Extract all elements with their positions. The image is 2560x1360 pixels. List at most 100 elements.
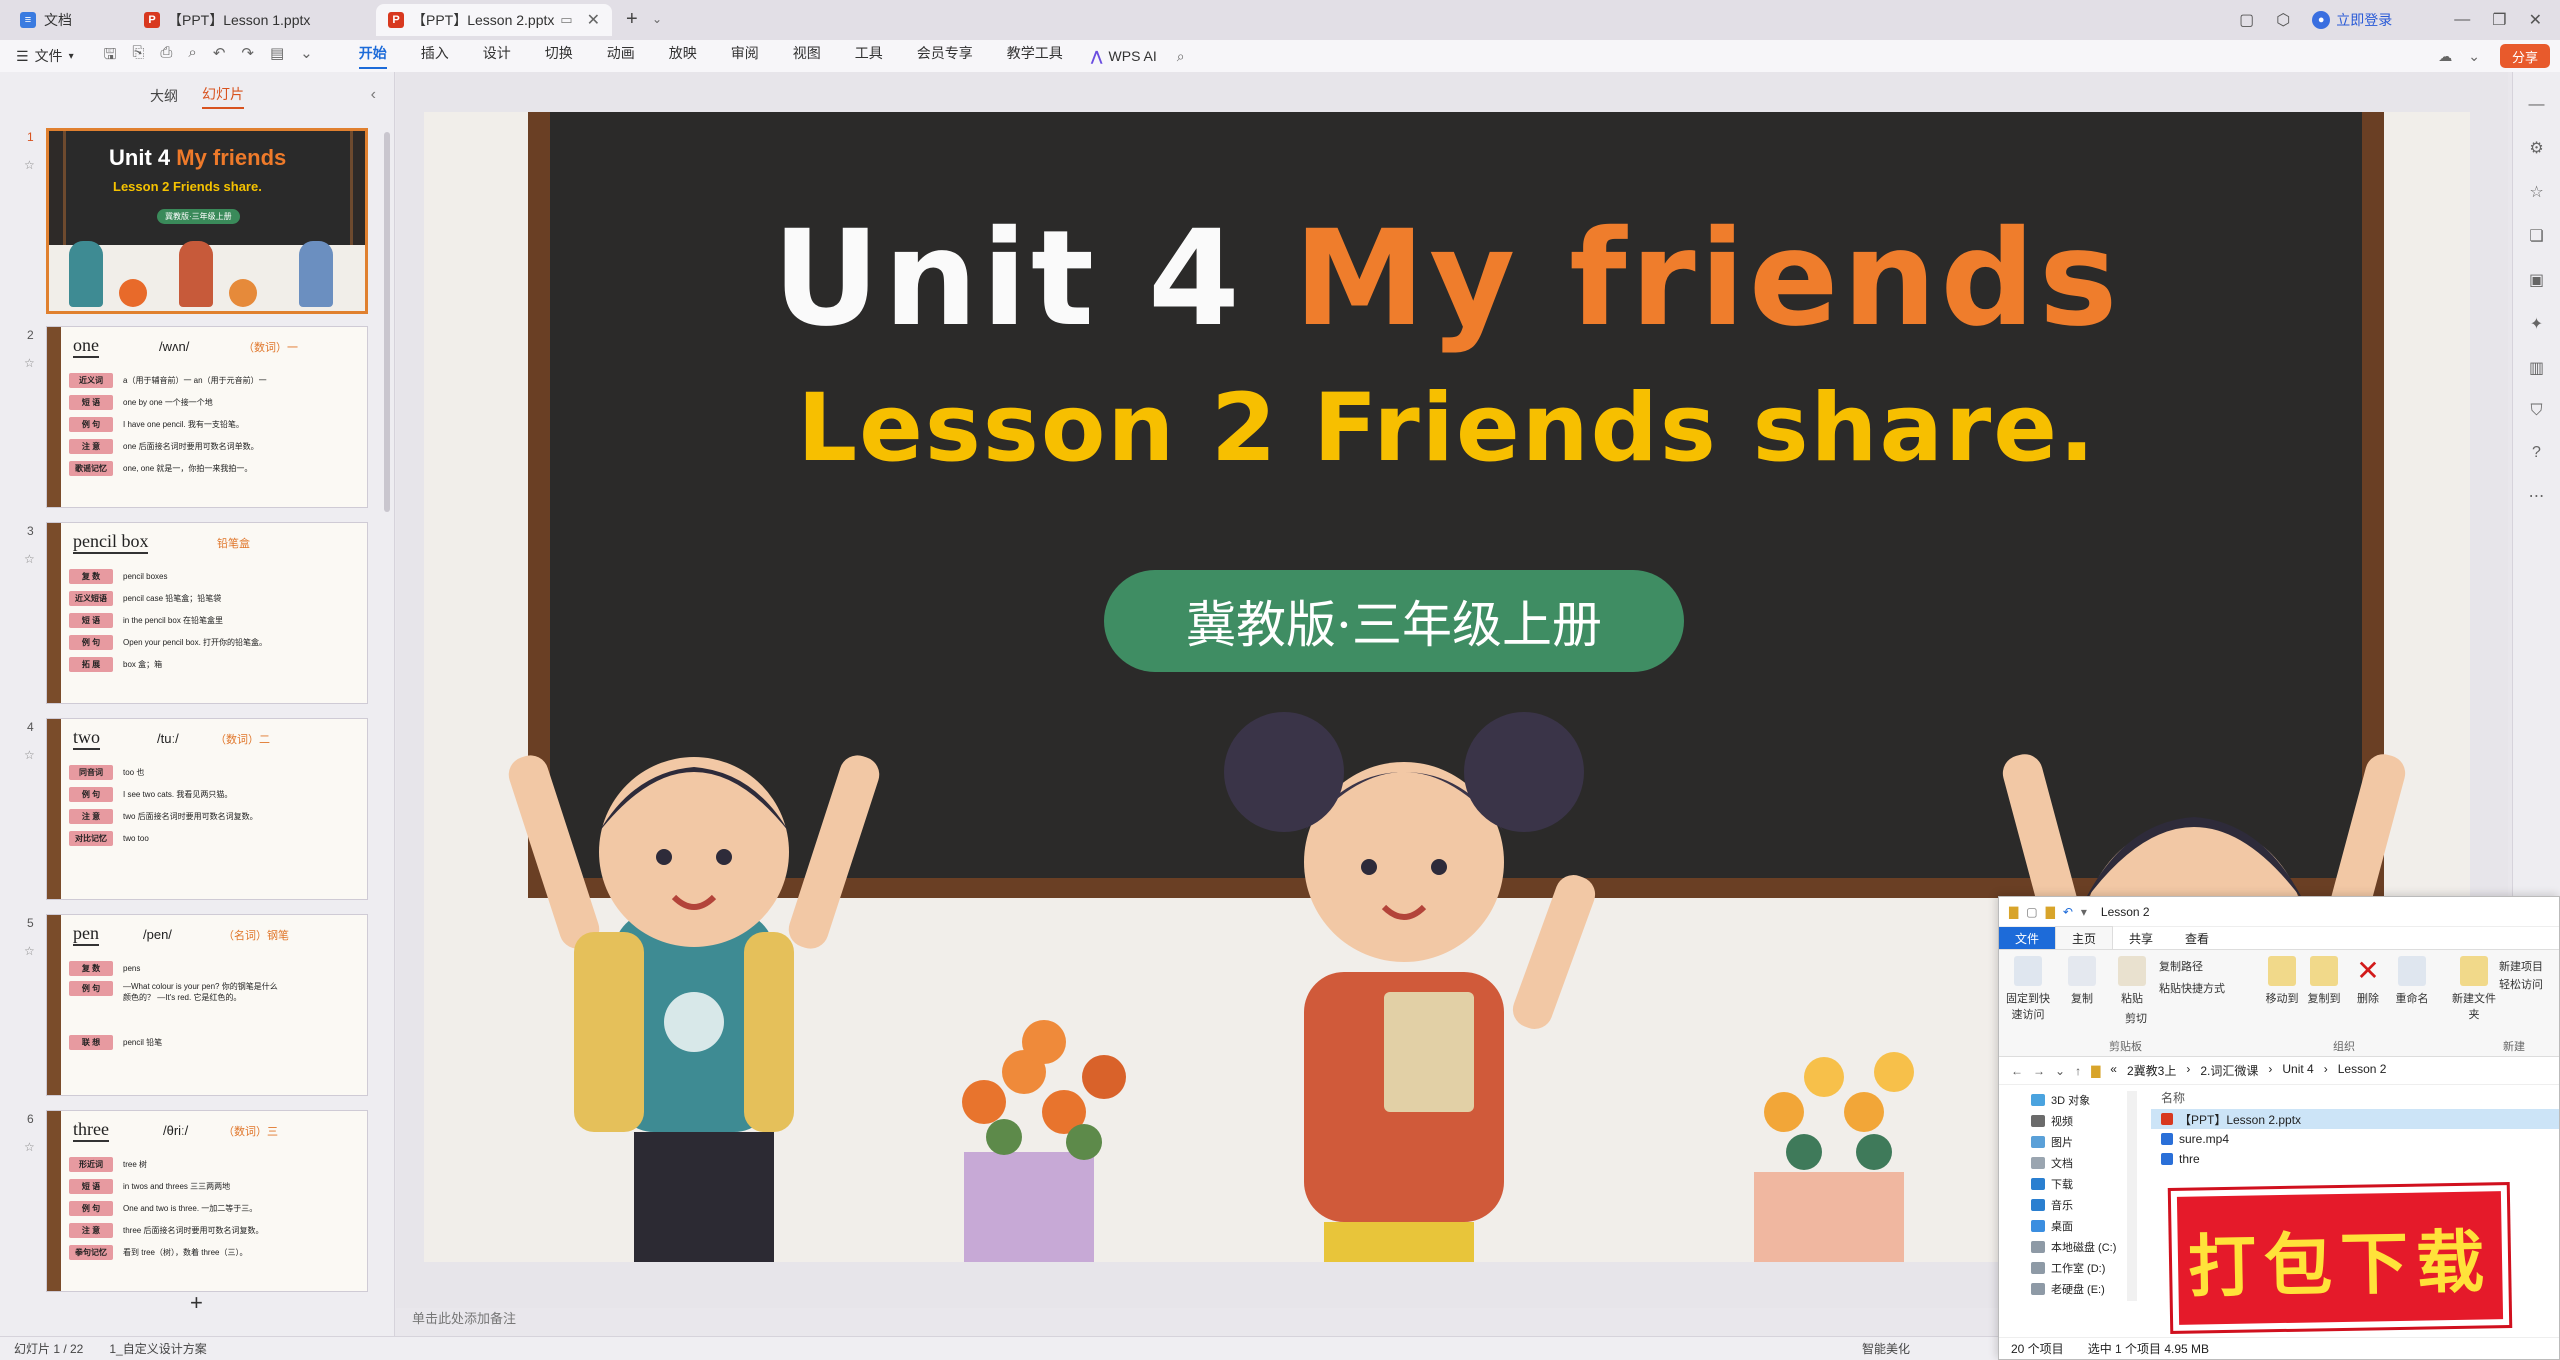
address-bar[interactable]: ← → ⌄ ↑ ▇ « 2冀教3上 › 2.词汇微课 › Unit 4 › Le… xyxy=(1999,1057,2559,1085)
pin-quick-access-button[interactable]: 固定到快速访问 xyxy=(2003,956,2053,1022)
menu-teaching[interactable]: 教学工具 xyxy=(1007,43,1063,69)
collapse-icon[interactable]: ‹ xyxy=(371,86,376,104)
new-item-button[interactable]: 新建项目 xyxy=(2499,958,2543,974)
chevron-down-icon[interactable]: ⌄ xyxy=(2468,48,2480,65)
monitor-icon[interactable]: ▭ xyxy=(560,12,572,28)
star-icon[interactable]: ☆ xyxy=(24,552,35,566)
settings-icon[interactable]: ⚙ xyxy=(2529,138,2543,158)
forward-icon[interactable]: → xyxy=(2033,1064,2045,1078)
menu-animation[interactable]: 动画 xyxy=(607,43,635,69)
explorer-tab-home[interactable]: 主页 xyxy=(2055,926,2114,950)
star-icon[interactable]: ☆ xyxy=(24,158,35,172)
slide-thumbnail[interactable]: one /wʌn/ （数词）一 近义词 a（用于辅音前）一 an（用于元音前）一 … xyxy=(46,326,368,508)
menu-design[interactable]: 设计 xyxy=(483,43,511,69)
slide-thumbnail[interactable]: two /tuː/ （数词）二 同音词 too 也 例 句 I see two ca… xyxy=(46,718,368,900)
share-button[interactable]: 分享 xyxy=(2499,44,2550,68)
copy-to-button[interactable]: 复制到 xyxy=(2299,956,2349,1006)
tab-lesson1[interactable]: P 【PPT】Lesson 1.pptx xyxy=(132,4,372,36)
slide-thumbnail[interactable]: Unit 4 My friends Lesson 2 Friends share… xyxy=(46,128,368,314)
chevron-down-icon[interactable]: ⌄ xyxy=(300,44,313,69)
close-icon[interactable]: ✕ xyxy=(587,10,600,30)
chevron-down-icon[interactable]: ▾ xyxy=(2081,905,2087,919)
rename-button[interactable]: 重命名 xyxy=(2387,956,2437,1006)
menu-insert[interactable]: 插入 xyxy=(421,43,449,69)
tab-lesson2[interactable]: P 【PPT】Lesson 2.pptx ▭ ✕ xyxy=(376,4,612,36)
copy-icon[interactable]: ❏ xyxy=(2529,226,2543,246)
design-theme[interactable]: 1_自定义设计方案 xyxy=(109,1340,206,1357)
explorer-tab-share[interactable]: 共享 xyxy=(2113,927,2169,950)
print-icon[interactable]: ⎙ xyxy=(160,44,172,69)
close-window-icon[interactable]: ✕ xyxy=(2529,10,2542,30)
chevron-down-icon[interactable]: ⌄ xyxy=(652,12,662,26)
redo-icon[interactable]: ↷ xyxy=(241,44,254,69)
format-icon[interactable]: ▤ xyxy=(270,44,284,69)
explorer-tab-view[interactable]: 查看 xyxy=(2169,927,2225,950)
menu-review[interactable]: 审阅 xyxy=(731,43,759,69)
new-tab-icon[interactable]: + xyxy=(626,8,638,31)
menu-transition[interactable]: 切换 xyxy=(545,43,573,69)
star-icon[interactable]: ☆ xyxy=(24,356,35,370)
help-icon[interactable]: ? xyxy=(2532,444,2541,462)
magic-icon[interactable]: ✦ xyxy=(2530,314,2543,334)
cube-icon[interactable]: ⬡ xyxy=(2276,10,2290,30)
up-icon[interactable]: ↑ xyxy=(2075,1064,2081,1078)
menu-tools[interactable]: 工具 xyxy=(855,43,883,69)
download-banner[interactable]: 打包下载 xyxy=(2170,1185,2510,1331)
file-menu[interactable]: ☰ 文件 ▾ xyxy=(16,46,74,66)
shield-icon[interactable]: ⛉ xyxy=(2530,402,2542,420)
search-icon[interactable]: ⌕ xyxy=(1177,48,1185,65)
beautify-button[interactable]: 智能美化 xyxy=(1862,1340,1910,1357)
book-icon[interactable]: ▥ xyxy=(2529,358,2544,378)
paste-button[interactable]: 粘贴 xyxy=(2107,956,2157,1006)
star-icon[interactable]: ☆ xyxy=(24,748,35,762)
chevron-down-icon[interactable]: ⌄ xyxy=(2055,1064,2065,1078)
copy-button[interactable]: 复制 xyxy=(2057,956,2107,1006)
slide-thumbnail[interactable]: pencil box 铅笔盒 复 数 pencil boxes 近义短语 penci… xyxy=(46,522,368,704)
window-icon[interactable]: ▢ xyxy=(2239,10,2254,30)
cut-button[interactable]: 剪切 xyxy=(2125,1010,2147,1026)
star-icon[interactable]: ☆ xyxy=(24,944,35,958)
navigation-scrollbar[interactable] xyxy=(2127,1091,2137,1301)
properties-icon[interactable]: ▢ xyxy=(2026,905,2037,919)
new-folder-icon[interactable]: ▇ xyxy=(2046,905,2055,919)
slide-thumbnail[interactable]: pen /pen/ （名词）钢笔 复 数 pens 例 句 —What colour… xyxy=(46,914,368,1096)
tab-slides[interactable]: 幻灯片 xyxy=(202,84,244,109)
explorer-tab-file[interactable]: 文件 xyxy=(1999,926,2056,950)
file-row[interactable]: 【PPT】Lesson 2.pptx xyxy=(2151,1109,2559,1129)
easy-access-button[interactable]: 轻松访问 xyxy=(2499,976,2543,992)
back-icon[interactable]: ← xyxy=(2011,1064,2023,1078)
more-icon[interactable]: ⋯ xyxy=(2529,486,2545,506)
menu-member[interactable]: 会员专享 xyxy=(917,43,973,69)
panel-scrollbar[interactable] xyxy=(384,132,390,512)
collapse-icon[interactable]: — xyxy=(2529,96,2545,114)
minimize-icon[interactable]: — xyxy=(2454,11,2470,29)
restore-icon[interactable]: ❐ xyxy=(2492,10,2506,30)
breadcrumb-item[interactable]: Lesson 2 xyxy=(2338,1062,2387,1079)
menu-home[interactable]: 开始 xyxy=(358,43,387,69)
menu-slideshow[interactable]: 放映 xyxy=(669,43,697,69)
new-folder-button[interactable]: 新建文件夹 xyxy=(2449,956,2499,1022)
star-icon[interactable]: ☆ xyxy=(2529,182,2543,202)
tab-outline[interactable]: 大纲 xyxy=(150,86,178,106)
breadcrumb-item[interactable]: 2.词汇微课 xyxy=(2200,1062,2258,1079)
breadcrumb-item[interactable]: 2冀教3上 xyxy=(2127,1062,2176,1079)
undo-icon[interactable]: ↶ xyxy=(213,44,226,69)
breadcrumb-item[interactable]: « xyxy=(2110,1062,2117,1079)
file-row[interactable]: thre xyxy=(2151,1149,2559,1169)
paste-shortcut-button[interactable]: 粘贴快捷方式 xyxy=(2159,980,2225,996)
add-slide-button[interactable]: + xyxy=(190,1290,203,1316)
menu-view[interactable]: 视图 xyxy=(793,43,821,69)
login-button[interactable]: ● 立即登录 xyxy=(2312,10,2392,30)
preview-icon[interactable]: ⌕ xyxy=(188,44,196,69)
tab-documents[interactable]: ≡ 文档 xyxy=(8,4,128,36)
save-icon[interactable]: 🖫 xyxy=(104,44,117,69)
slide-thumbnail[interactable]: three /θriː/ （数词）三 形近词 tree 树 短 语 in twos … xyxy=(46,1110,368,1292)
breadcrumb-item[interactable]: Unit 4 xyxy=(2282,1062,2313,1079)
export-icon[interactable]: ⎘ xyxy=(132,44,144,69)
copy-path-button[interactable]: 复制路径 xyxy=(2159,958,2203,974)
image-icon[interactable]: ▣ xyxy=(2529,270,2544,290)
delete-button[interactable]: ✕ 删除 xyxy=(2343,956,2393,1006)
file-row[interactable]: sure.mp4 xyxy=(2151,1129,2559,1149)
cloud-icon[interactable]: ☁ xyxy=(2438,48,2452,65)
star-icon[interactable]: ☆ xyxy=(24,1140,35,1154)
